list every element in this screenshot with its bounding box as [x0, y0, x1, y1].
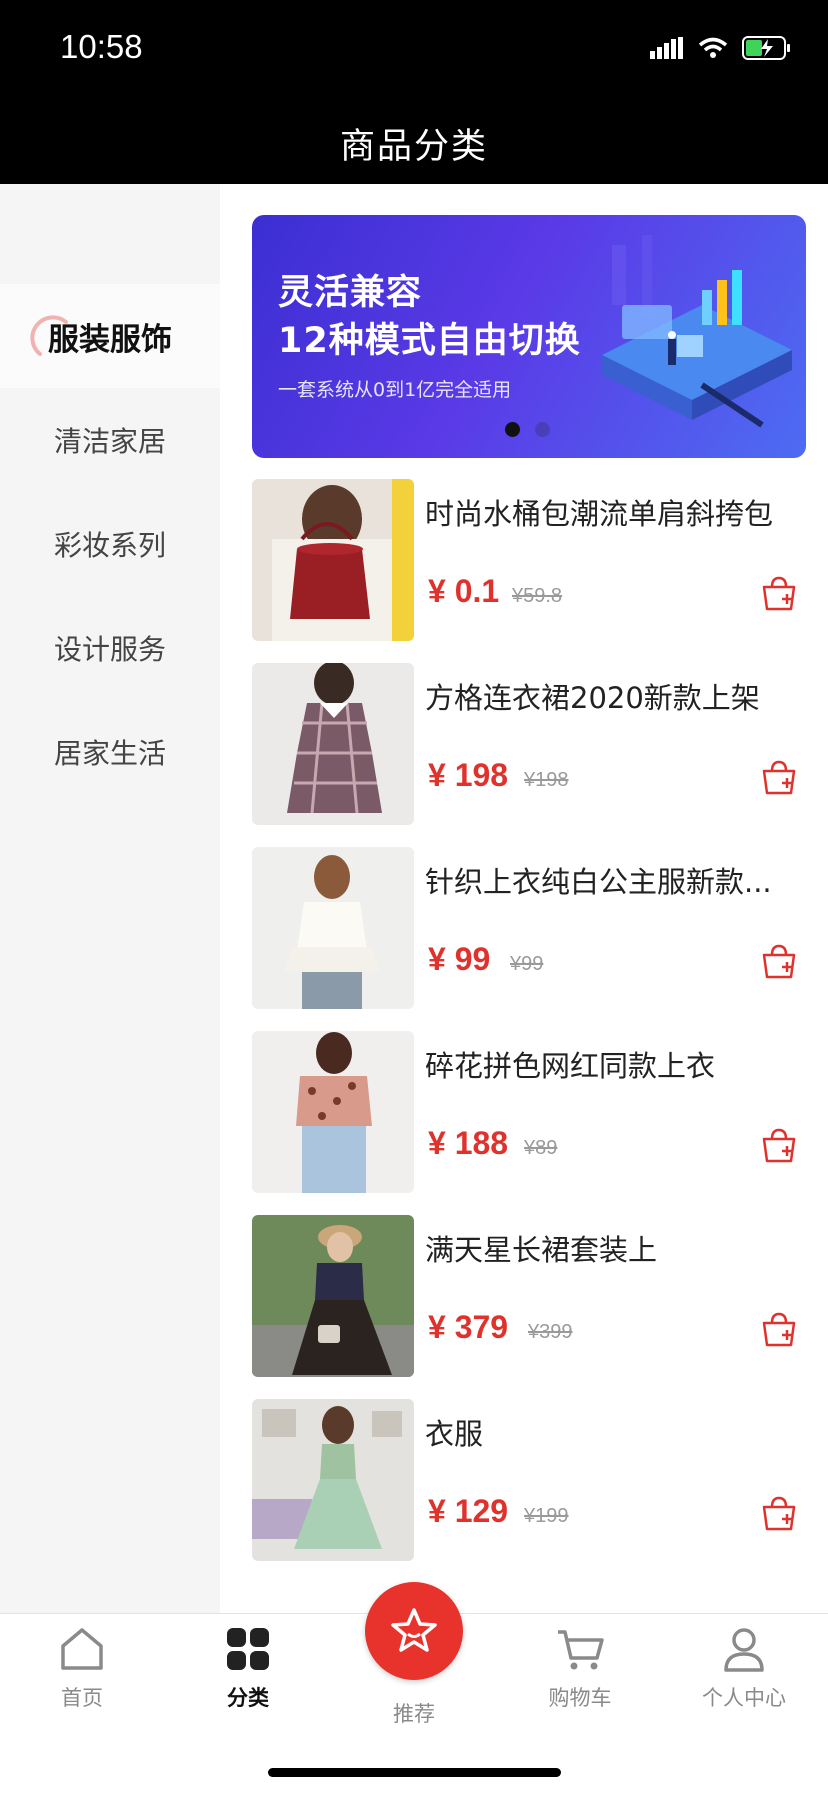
sidebar-item-label: 居家生活 — [53, 737, 166, 770]
sidebar-item-clothing[interactable]: 服装服饰 — [0, 284, 220, 388]
add-to-cart-icon[interactable] — [760, 1311, 798, 1349]
product-image-long-skirt — [252, 1215, 414, 1377]
sidebar-item-makeup[interactable]: 彩妆系列 — [0, 492, 220, 596]
product-item[interactable]: 碎花拼色网红同款上衣 ¥ 188 ¥89 — [252, 1031, 806, 1193]
tab-label: 推荐 — [393, 1702, 435, 1726]
sidebar-item-cleaning[interactable]: 清洁家居 — [0, 388, 220, 492]
recommend-button[interactable] — [365, 1582, 463, 1680]
product-image-handbag — [252, 479, 414, 641]
carousel-dot-active[interactable] — [505, 422, 520, 437]
add-to-cart-icon[interactable] — [760, 1127, 798, 1165]
category-grid-icon — [227, 1628, 269, 1670]
product-price: ¥ 379 — [428, 1309, 509, 1345]
product-name: 时尚水桶包潮流单肩斜挎包 — [425, 497, 774, 531]
tab-label: 首页 — [61, 1686, 103, 1710]
product-name: 满天星长裙套装上 — [425, 1233, 658, 1267]
product-name: 针织上衣纯白公主服新款... — [425, 865, 772, 899]
banner-headline: 灵活兼容 12种模式自由切换 — [278, 273, 581, 361]
page-title: 商品分类 — [339, 127, 488, 167]
product-name: 方格连衣裙2020新款上架 — [425, 681, 760, 715]
product-original-price: ¥199 — [524, 1505, 569, 1527]
product-price: ¥ 188 — [428, 1125, 509, 1161]
carousel-dot[interactable] — [535, 422, 550, 437]
product-image-white-top — [252, 847, 414, 1009]
add-to-cart-icon[interactable] — [760, 759, 798, 797]
sidebar-item-design[interactable]: 设计服务 — [0, 596, 220, 700]
product-price: ¥ 198 — [428, 757, 509, 793]
product-image-green-dress — [252, 1399, 414, 1561]
product-original-price: ¥198 — [524, 769, 569, 791]
sidebar-item-home-life[interactable]: 居家生活 — [0, 700, 220, 804]
product-item[interactable]: 时尚水桶包潮流单肩斜挎包 ¥ 0.1 ¥59.8 — [252, 479, 806, 641]
banner-illustration — [602, 235, 792, 428]
banner-subtitle: 一套系统从0到1亿完全适用 — [278, 379, 512, 401]
status-icons — [650, 36, 792, 60]
user-icon — [724, 1628, 764, 1672]
tab-label: 购物车 — [548, 1686, 612, 1710]
add-to-cart-icon[interactable] — [760, 943, 798, 981]
product-item[interactable]: 衣服 ¥ 129 ¥199 — [252, 1399, 806, 1561]
category-sidebar: 服装服饰 清洁家居 彩妆系列 设计服务 居家生活 — [0, 184, 220, 1614]
product-item[interactable]: 满天星长裙套装上 ¥ 379 ¥399 — [252, 1215, 806, 1377]
loading-spinner-icon — [30, 315, 68, 356]
tab-label: 个人中心 — [702, 1686, 786, 1710]
bottom-tab-bar: 首页 分类 推荐 购物车 个人中心 — [0, 1582, 828, 1793]
home-icon — [61, 1628, 103, 1670]
star-icon — [391, 1608, 437, 1652]
product-original-price: ¥99 — [510, 953, 544, 975]
tab-cart[interactable]: 购物车 — [520, 1626, 640, 1712]
tab-profile[interactable]: 个人中心 — [684, 1626, 804, 1712]
add-to-cart-icon[interactable] — [760, 575, 798, 613]
promo-banner[interactable]: 灵活兼容 12种模式自由切换 一套系统从0到1亿完全适用 — [252, 215, 806, 458]
tab-label: 分类 — [227, 1686, 269, 1710]
product-original-price: ¥399 — [528, 1321, 573, 1343]
home-indicator — [268, 1768, 561, 1777]
battery-icon — [742, 36, 790, 60]
tab-category[interactable]: 分类 — [188, 1626, 308, 1712]
tab-recommend[interactable]: 推荐 — [354, 1692, 474, 1728]
product-name: 衣服 — [425, 1417, 484, 1451]
product-image-plaid-dress — [252, 663, 414, 825]
sidebar-item-label: 清洁家居 — [53, 425, 166, 458]
product-name: 碎花拼色网红同款上衣 — [425, 1049, 716, 1083]
product-price: ¥ 129 — [428, 1493, 509, 1529]
product-image-floral-top — [252, 1031, 414, 1193]
product-item[interactable]: 方格连衣裙2020新款上架 ¥ 198 ¥198 — [252, 663, 806, 825]
add-to-cart-icon[interactable] — [760, 1495, 798, 1533]
product-price: ¥ 99 — [428, 941, 491, 977]
sidebar-item-label: 设计服务 — [53, 633, 166, 666]
product-price: ¥ 0.1 — [428, 573, 500, 609]
tab-home[interactable]: 首页 — [22, 1626, 142, 1712]
signal-icon — [650, 37, 683, 59]
cart-icon — [558, 1630, 604, 1670]
top-bar: 10:58 商品分类 — [0, 0, 828, 184]
status-time: 10:58 — [60, 28, 143, 65]
sidebar-item-label: 彩妆系列 — [53, 529, 166, 562]
product-item[interactable]: 针织上衣纯白公主服新款... ¥ 99 ¥99 — [252, 847, 806, 1009]
product-original-price: ¥59.8 — [512, 585, 563, 607]
product-original-price: ¥89 — [524, 1137, 558, 1159]
wifi-icon — [698, 37, 728, 58]
